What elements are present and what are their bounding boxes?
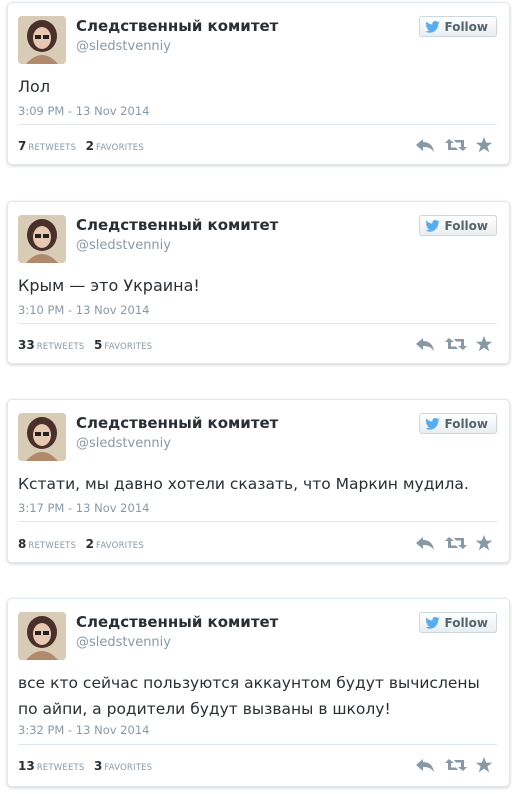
divider [18,744,497,745]
retweet-count[interactable]: 8 [18,537,26,551]
retweets-label: RETWEETS [36,342,85,352]
star-icon[interactable] [475,336,495,352]
retweet-icon[interactable] [445,137,467,153]
tweet-card: Следственный комитет @sledstvenniy Follo… [7,598,510,787]
retweet-icon[interactable] [445,535,467,551]
twitter-bird-icon [425,219,441,232]
twitter-bird-icon [425,20,441,33]
tweet-actions [415,535,495,551]
star-icon[interactable] [475,137,495,153]
tweet-stats: 8 RETWEETS 2 FAVORITES [18,537,150,551]
favorite-count[interactable]: 3 [94,759,102,773]
tweet-card: Следственный комитет @sledstvenniy Follo… [7,2,510,165]
star-icon[interactable] [475,535,495,551]
follow-button[interactable]: Follow [419,413,497,434]
author-handle[interactable]: @sledstvenniy [76,238,171,253]
divider [18,124,497,125]
reply-icon[interactable] [415,535,435,551]
divider [18,521,497,522]
twitter-bird-icon [425,417,441,430]
favorite-count[interactable]: 5 [94,338,102,352]
tweet-text: Кстати, мы давно хотели сказать, что Мар… [18,475,469,493]
favorite-count[interactable]: 2 [86,139,94,153]
favorites-label: FAVORITES [104,763,153,773]
reply-icon[interactable] [415,757,435,773]
follow-button[interactable]: Follow [419,612,497,633]
follow-button[interactable]: Follow [419,215,497,236]
retweets-label: RETWEETS [36,763,85,773]
avatar[interactable] [18,413,66,461]
tweet-timestamp[interactable]: 3:10 PM - 13 Nov 2014 [18,303,149,317]
retweet-count[interactable]: 33 [18,338,35,352]
author-handle[interactable]: @sledstvenniy [76,39,171,54]
retweet-icon[interactable] [445,757,467,773]
author-name[interactable]: Следственный комитет [76,414,278,432]
tweet-stats: 7 RETWEETS 2 FAVORITES [18,139,150,153]
follow-label: Follow [444,416,488,431]
tweet-text: Крым — это Украина! [18,276,200,295]
tweet-stats: 33 RETWEETS 5 FAVORITES [18,338,158,352]
divider [18,323,497,324]
favorites-label: FAVORITES [104,342,153,352]
avatar[interactable] [18,215,66,263]
author-name[interactable]: Следственный комитет [76,17,278,35]
tweet-timestamp[interactable]: 3:09 PM - 13 Nov 2014 [18,104,149,118]
tweet-actions [415,137,495,153]
retweets-label: RETWEETS [28,541,77,551]
retweet-count[interactable]: 13 [18,759,35,773]
tweet-actions [415,336,495,352]
tweet-stats: 13 RETWEETS 3 FAVORITES [18,759,158,773]
tweet-actions [415,757,495,773]
follow-button[interactable]: Follow [419,16,497,37]
retweets-label: RETWEETS [28,143,77,153]
tweet-timestamp[interactable]: 3:17 PM - 13 Nov 2014 [18,501,149,515]
follow-label: Follow [444,615,488,630]
twitter-bird-icon [425,616,441,629]
author-handle[interactable]: @sledstvenniy [76,635,171,650]
favorite-count[interactable]: 2 [86,537,94,551]
tweet-card: Следственный комитет @sledstvenniy Follo… [7,201,510,364]
favorites-label: FAVORITES [96,541,144,551]
author-handle[interactable]: @sledstvenniy [76,436,171,451]
favorites-label: FAVORITES [96,143,144,153]
author-name[interactable]: Следственный комитет [76,216,278,234]
tweet-card: Следственный комитет @sledstvenniy Follo… [7,399,510,563]
retweet-icon[interactable] [445,336,467,352]
tweet-text: Лол [18,77,51,96]
avatar[interactable] [18,612,66,660]
tweet-text: все кто сейчас пользуются аккаунтом буду… [18,674,480,718]
retweet-count[interactable]: 7 [18,139,26,153]
follow-label: Follow [444,19,488,34]
reply-icon[interactable] [415,336,435,352]
star-icon[interactable] [475,757,495,773]
tweet-timestamp[interactable]: 3:32 PM - 13 Nov 2014 [18,723,149,737]
avatar[interactable] [18,16,66,64]
author-name[interactable]: Следственный комитет [76,613,278,631]
follow-label: Follow [444,218,488,233]
reply-icon[interactable] [415,137,435,153]
